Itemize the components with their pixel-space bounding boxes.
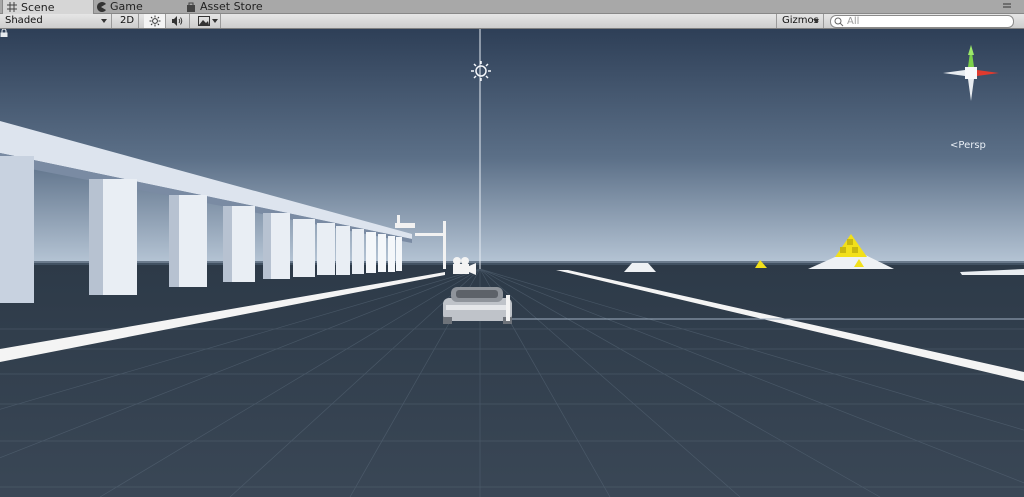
grid-icon — [7, 2, 17, 12]
search-icon — [834, 17, 844, 27]
scene-toolbar: Shaded 2D Gizmos All — [0, 14, 1024, 29]
scene-audio-toggle[interactable] — [166, 14, 190, 28]
search-input-value: All — [847, 16, 860, 27]
search-input[interactable]: All — [830, 15, 1014, 28]
shading-mode-dropdown[interactable]: Shaded — [0, 14, 112, 28]
image-icon — [198, 16, 210, 26]
shading-mode-label: Shaded — [5, 15, 43, 26]
pacman-icon — [97, 1, 106, 12]
chevron-down-icon — [813, 19, 819, 23]
scene-lighting-toggle[interactable] — [144, 14, 166, 28]
tab-asset-store-label: Asset Store — [200, 0, 263, 13]
tab-scene-label: Scene — [21, 0, 55, 14]
gizmos-dropdown[interactable]: Gizmos — [776, 14, 824, 28]
car-model — [443, 287, 512, 324]
scene-viewport[interactable]: <Persp — [0, 29, 1024, 497]
tab-asset-store[interactable]: Asset Store — [182, 0, 269, 13]
tab-menu-icon[interactable] — [1002, 1, 1012, 11]
bag-icon — [187, 2, 195, 12]
tab-scene[interactable]: Scene — [2, 0, 94, 14]
projection-label: Persp — [958, 140, 986, 151]
window-tab-strip: Scene Game Asset Store — [0, 0, 1024, 14]
skybox — [0, 29, 1024, 265]
lock-icon[interactable] — [0, 29, 8, 37]
2d-toggle-label: 2D — [120, 15, 135, 26]
speaker-icon — [172, 16, 183, 26]
chevron-down-icon — [101, 19, 107, 23]
2d-toggle-button[interactable]: 2D — [115, 14, 139, 28]
ground-plane — [0, 263, 1024, 497]
tab-game-label: Game — [110, 0, 143, 13]
tab-game[interactable]: Game — [92, 0, 149, 13]
scene-render — [0, 29, 1024, 497]
chevron-down-icon — [212, 19, 218, 23]
scene-effects-dropdown[interactable] — [193, 14, 221, 28]
projection-toggle[interactable]: <Persp — [950, 140, 986, 151]
sun-icon — [149, 15, 161, 27]
